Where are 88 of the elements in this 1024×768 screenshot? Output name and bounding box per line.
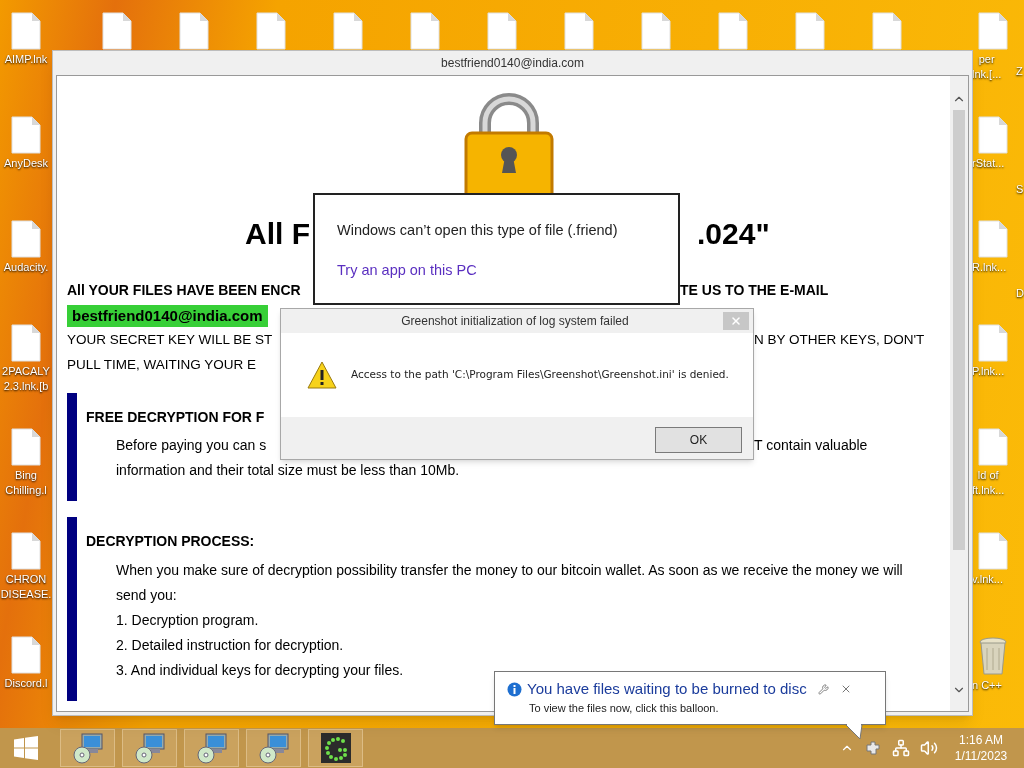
icon-label: ld of ft.lnk...: [972, 468, 1005, 498]
icon-label: AIMP.lnk: [4, 52, 48, 67]
file-icon[interactable]: [11, 636, 41, 674]
icon-label: P.lnk...: [972, 364, 1005, 379]
file-icon[interactable]: [641, 12, 671, 50]
file-icon[interactable]: [978, 428, 1008, 466]
file-icon[interactable]: [256, 12, 286, 50]
warning-icon: [307, 361, 337, 389]
file-icon[interactable]: [11, 428, 41, 466]
error-message: Access to the path 'C:\Program Files\Greenshot\Greenshot.ini' is denied.: [351, 367, 729, 383]
note-text: N BY OTHER KEYS, DON'T: [754, 331, 926, 350]
file-icon[interactable]: [978, 116, 1008, 154]
file-icon[interactable]: [718, 12, 748, 50]
file-icon[interactable]: [11, 324, 41, 362]
scrollbar-thumb[interactable]: [953, 110, 965, 550]
file-icon[interactable]: [978, 532, 1008, 570]
computer-disc-icon: [257, 732, 290, 764]
note-text: TE US TO THE E-MAIL: [680, 281, 830, 300]
file-icon[interactable]: [11, 220, 41, 258]
icon-label: S: [1016, 183, 1024, 195]
file-icon[interactable]: [410, 12, 440, 50]
app-link[interactable]: Try an app on this PC: [337, 260, 477, 280]
icon-label: Audacity.: [3, 260, 49, 275]
ok-button[interactable]: OK: [655, 427, 742, 453]
note-text: PULL TIME, WAITING YOUR E: [67, 356, 258, 375]
note-heading: All F: [244, 216, 310, 252]
close-button[interactable]: [723, 312, 749, 330]
dialog-message: Windows can’t open this type of file (.friend): [337, 221, 618, 240]
section-text: T contain valuable: [754, 436, 869, 455]
section-text: information and their total size must be less than 10Mb.: [116, 461, 460, 480]
file-icon[interactable]: [978, 324, 1008, 362]
dotted-g-logo-icon: [320, 733, 351, 763]
icon-label: Bing Chilling.l: [5, 468, 47, 498]
file-icon[interactable]: [795, 12, 825, 50]
icon-label: Discord.l: [4, 676, 48, 691]
clock-date: 1/11/2023: [954, 748, 1008, 764]
notification-balloon[interactable]: You have files waiting to be burned to disc To view the files now, click this balloon.: [494, 671, 886, 725]
file-icon[interactable]: [487, 12, 517, 50]
scrollbar[interactable]: [950, 76, 968, 711]
section-heading: DECRYPTION PROCESS:: [86, 532, 255, 551]
volume-icon[interactable]: [920, 739, 938, 757]
icon-label: R.lnk...: [972, 260, 1007, 275]
file-icon[interactable]: [872, 12, 902, 50]
computer-disc-icon: [133, 732, 166, 764]
note-text: YOUR SECRET KEY WILL BE ST: [67, 331, 274, 350]
computer-disc-icon: [195, 732, 228, 764]
icon-label: v.lnk...: [972, 572, 1003, 587]
file-icon[interactable]: [978, 220, 1008, 258]
tray-puzzle-icon[interactable]: [864, 739, 882, 757]
icon-label: D: [1016, 287, 1024, 299]
section-text: Before paying you can s: [116, 436, 268, 455]
balloon-tail: [846, 724, 864, 740]
icon-label: n C++: [972, 678, 1002, 693]
note-heading: .024": [697, 216, 771, 252]
list-item: 2. Detailed instruction for decryption.: [116, 636, 345, 655]
window-title: bestfriend0140@india.com: [441, 55, 584, 72]
file-icon[interactable]: [978, 12, 1008, 50]
clock-time: 1:16 AM: [959, 732, 1003, 748]
file-icon[interactable]: [11, 116, 41, 154]
file-icon[interactable]: [179, 12, 209, 50]
windows-logo-icon: [14, 736, 38, 760]
wrench-icon[interactable]: [817, 683, 829, 695]
close-icon: [730, 315, 742, 327]
icon-label: 2PACALY 2.3.lnk.[b: [2, 364, 50, 394]
icon-label: AnyDesk: [4, 156, 48, 171]
file-icon[interactable]: [11, 12, 41, 50]
file-icon[interactable]: [102, 12, 132, 50]
icon-label: per lnk.[...: [972, 52, 1002, 82]
taskbar-app[interactable]: [308, 729, 363, 767]
balloon-text: To view the files now, click this balloon.: [528, 701, 720, 715]
computer-disc-icon: [71, 732, 104, 764]
file-icon[interactable]: [564, 12, 594, 50]
note-text: All YOUR FILES HAVE BEEN ENCR: [67, 281, 302, 300]
list-item: 1. Decryption program.: [116, 611, 260, 630]
file-icon[interactable]: [333, 12, 363, 50]
section-text: When you make sure of decryption possibility transfer the money to our bitcoin wallet. As soon as we receive the money we will send you:: [116, 561, 904, 605]
list-item: 3. And individual keys for decrypting your files.: [116, 661, 405, 680]
network-icon[interactable]: [892, 739, 910, 757]
icon-label: CHRON DISEASE.: [0, 572, 52, 602]
recycle-bin-icon[interactable]: [978, 636, 1008, 676]
section-heading: FREE DECRYPTION FOR F: [86, 408, 265, 427]
balloon-title: You have files waiting to be burned to disc: [527, 680, 807, 698]
icon-label: Z: [1016, 65, 1023, 77]
file-icon[interactable]: [11, 532, 41, 570]
info-icon: [507, 681, 522, 697]
email-highlight: bestfriend0140@india.com: [67, 304, 268, 327]
dialog-title: Greenshot initialization of log system failed: [400, 313, 630, 330]
icon-label: rStat...: [972, 156, 1005, 171]
